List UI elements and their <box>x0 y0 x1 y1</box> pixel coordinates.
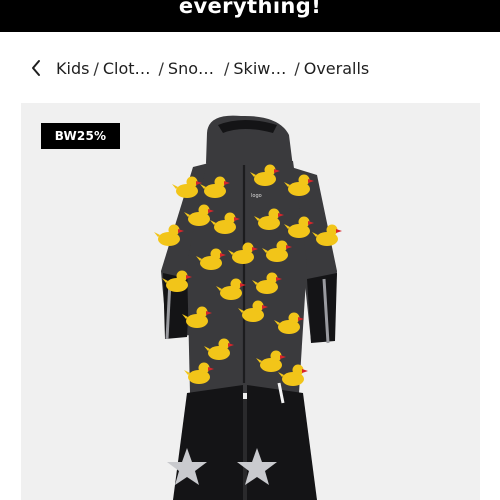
breadcrumb-item-snow[interactable]: Sno… <box>168 59 214 78</box>
breadcrumb-item-overalls: Overalls <box>303 58 370 78</box>
breadcrumb: Kids / Clot… / Sno… / Skiw… / Overalls <box>26 54 486 82</box>
chevron-left-icon <box>32 60 40 76</box>
breadcrumb-item-kids[interactable]: Kids <box>56 59 89 78</box>
breadcrumb-separator: / <box>158 58 164 78</box>
breadcrumb-separator: / <box>93 58 99 78</box>
breadcrumb-item-skiwear[interactable]: Skiw… <box>233 59 286 78</box>
promo-text: everything! <box>178 0 322 18</box>
promo-banner: everything! <box>0 0 500 32</box>
breadcrumb-separator: / <box>294 58 300 78</box>
breadcrumb-item-clothing[interactable]: Clot… <box>103 59 151 78</box>
back-button[interactable] <box>26 54 46 82</box>
svg-text:logo: logo <box>251 193 262 199</box>
product-image-container[interactable]: logo BW25% <box>21 103 480 500</box>
breadcrumb-separator: / <box>224 58 230 78</box>
product-image: logo <box>154 115 342 500</box>
discount-badge: BW25% <box>41 123 120 149</box>
